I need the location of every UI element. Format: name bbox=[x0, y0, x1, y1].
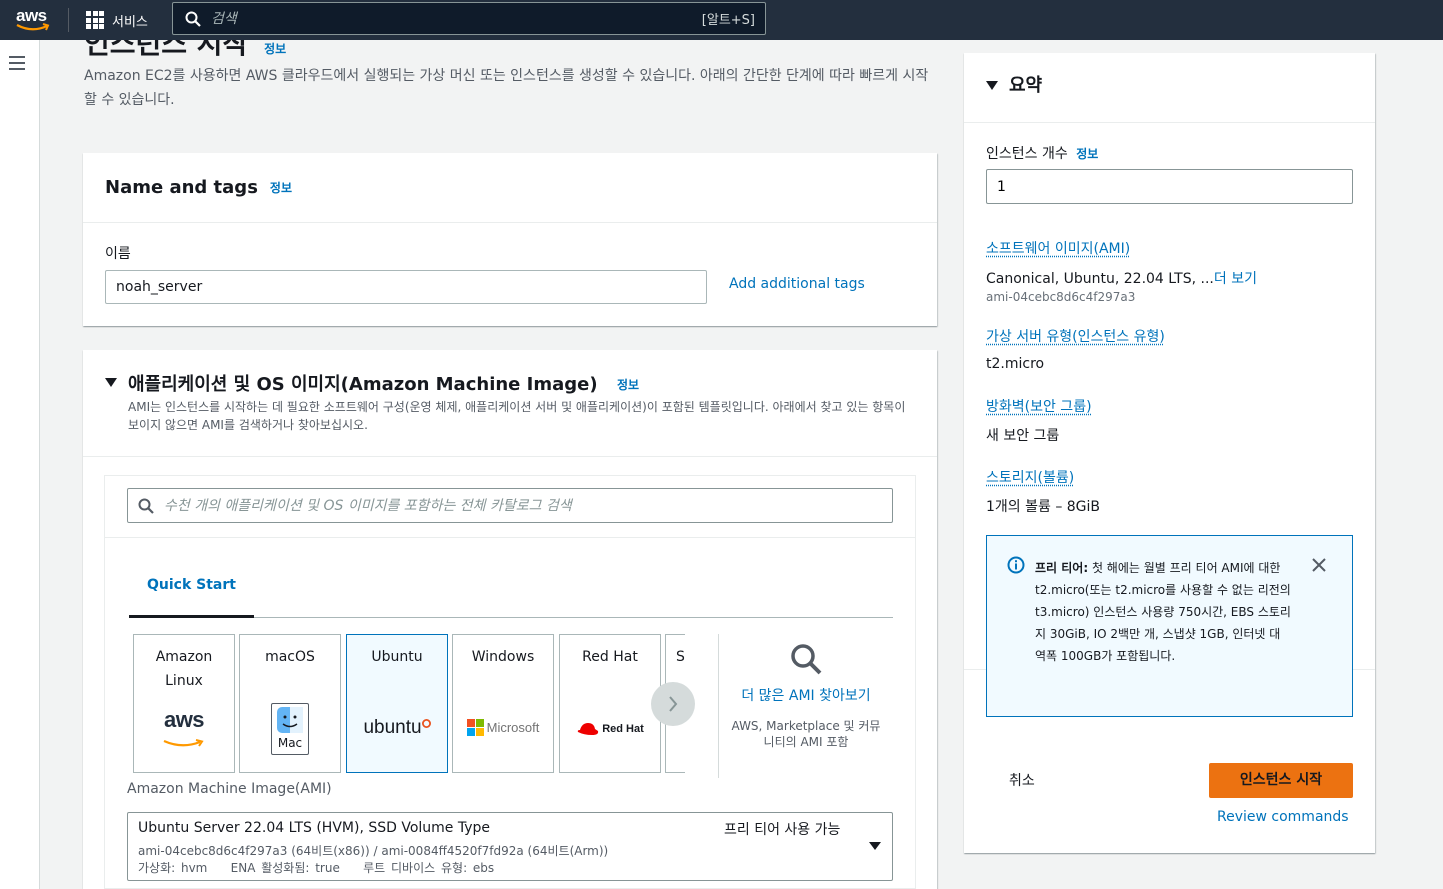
ami-search-box[interactable] bbox=[127, 488, 893, 523]
storage-value: 1개의 볼륨 – 8GiB bbox=[986, 499, 1101, 515]
ami-title: 애플리케이션 및 OS 이미지(Amazon Machine Image) bbox=[128, 374, 598, 395]
ami-description: AMI는 인스턴스를 시작하는 데 필요한 소프트웨어 구성(운영 체제, 애플… bbox=[128, 400, 906, 432]
firewall-value: 새 보안 그룹 bbox=[986, 428, 1060, 444]
add-additional-tags-link[interactable]: Add additional tags bbox=[729, 276, 865, 292]
instance-count-label: 인스턴스 개수 정보 bbox=[986, 146, 1099, 162]
review-commands-link[interactable]: Review commands bbox=[1217, 809, 1349, 825]
os-tile-label: macOS bbox=[265, 649, 315, 665]
name-and-tags-info-link[interactable]: 정보 bbox=[270, 179, 292, 196]
instance-type-link[interactable]: 가상 서버 유형(인스턴스 유형) bbox=[986, 326, 1165, 346]
os-tile-windows[interactable]: Windows Microsoft bbox=[452, 634, 554, 773]
info-circle-icon bbox=[1007, 556, 1025, 574]
page-intro-text: Amazon EC2를 사용하면 AWS 클라우드에서 실행되는 가상 머신 또… bbox=[84, 68, 929, 108]
os-tile-label: Red Hat bbox=[582, 649, 638, 665]
see-more-link[interactable]: 더 보기 bbox=[1214, 271, 1257, 287]
search-icon bbox=[185, 11, 201, 27]
os-tile-label: S bbox=[676, 649, 685, 665]
ami-search-input[interactable] bbox=[164, 497, 892, 514]
os-tile-amazon-linux[interactable]: Amazon Linux aws bbox=[133, 634, 235, 773]
search-icon bbox=[791, 644, 822, 675]
ami-select-dropdown[interactable]: Ubuntu Server 22.04 LTS (HVM), SSD Volum… bbox=[127, 812, 893, 881]
storage-link[interactable]: 스토리지(볼륨) bbox=[986, 467, 1074, 487]
search-icon bbox=[138, 498, 154, 514]
firewall-link[interactable]: 방화벽(보안 그룹) bbox=[986, 396, 1092, 416]
ami-search-section bbox=[105, 476, 915, 538]
aws-logo[interactable]: aws bbox=[14, 4, 54, 34]
services-menu-button[interactable]: 서비스 bbox=[86, 8, 148, 32]
ubuntu-logo-icon: ubuntu bbox=[347, 717, 447, 739]
name-field-label: 이름 bbox=[105, 246, 131, 262]
global-search-input[interactable] bbox=[211, 10, 702, 27]
selected-ami-details: 가상화: hvm ENA 활성화됨: true 루트 디바이스 유형: ebs bbox=[138, 861, 495, 875]
free-tier-alert-text: 프리 티어: 첫 해에는 월별 프리 티어 AMI에 대한 t2.micro(또… bbox=[1035, 561, 1291, 663]
launch-instance-button[interactable]: 인스턴스 시작 bbox=[1209, 763, 1353, 798]
ami-tabs: Quick Start bbox=[129, 576, 893, 618]
os-tile-label: Amazon Linux bbox=[155, 649, 213, 689]
software-image-link[interactable]: 소프트웨어 이미지(AMI) bbox=[986, 238, 1130, 258]
name-and-tags-title: Name and tags bbox=[105, 177, 258, 198]
instance-count-info-link[interactable]: 정보 bbox=[1076, 147, 1098, 161]
close-icon[interactable] bbox=[1312, 558, 1326, 572]
free-tier-alert: 프리 티어: 첫 해에는 월별 프리 티어 AMI에 대한 t2.micro(또… bbox=[986, 535, 1353, 717]
microsoft-logo-icon: Microsoft bbox=[453, 719, 553, 736]
software-image-id: ami-04cebc8d6c4f297a3 bbox=[986, 290, 1136, 304]
ami-selector-container: Quick Start Amazon Linux aws macOS Mac U… bbox=[104, 475, 916, 889]
mac-finder-icon: Mac bbox=[240, 703, 340, 755]
grid-icon bbox=[86, 11, 104, 29]
os-tile-macos[interactable]: macOS Mac bbox=[239, 634, 341, 773]
free-tier-badge: 프리 티어 사용 가능 bbox=[724, 822, 841, 838]
instance-count-input[interactable] bbox=[986, 169, 1353, 204]
name-input[interactable] bbox=[105, 270, 707, 304]
cancel-button[interactable]: 취소 bbox=[1009, 770, 1035, 790]
browse-more-amis-link[interactable]: 더 많은 AMI 찾아보기 bbox=[731, 684, 881, 708]
caret-down-icon bbox=[869, 842, 881, 850]
software-image-value: Canonical, Ubuntu, 22.04 LTS, ...더 보기 bbox=[986, 271, 1257, 287]
tab-quick-start[interactable]: Quick Start bbox=[129, 576, 254, 618]
nav-divider bbox=[68, 8, 69, 32]
os-tile-red-hat[interactable]: Red Hat Red Hat bbox=[559, 634, 661, 773]
page-title-info-link[interactable]: 정보 bbox=[264, 42, 286, 56]
global-search-box[interactable]: [알트+S] bbox=[172, 2, 766, 35]
selected-ami-ids: ami-04cebc8d6c4f297a3 (64비트(x86)) / ami-… bbox=[138, 844, 609, 858]
left-side-rail bbox=[0, 40, 40, 889]
hamburger-menu-icon[interactable] bbox=[9, 56, 25, 70]
instance-type-value: t2.micro bbox=[986, 356, 1045, 372]
summary-body: 인스턴스 개수 정보 소프트웨어 이미지(AMI) Canonical, Ubu… bbox=[964, 53, 1375, 717]
browse-more-amis[interactable]: 더 많은 AMI 찾아보기 AWS, Marketplace 및 커뮤니티의 A… bbox=[731, 634, 881, 750]
search-shortcut-hint: [알트+S] bbox=[701, 13, 755, 28]
summary-panel: 요약 인스턴스 개수 정보 소프트웨어 이미지(AMI) Canonical, … bbox=[964, 53, 1375, 853]
tiles-divider bbox=[718, 634, 719, 778]
selected-ami-name: Ubuntu Server 22.04 LTS (HVM), SSD Volum… bbox=[138, 820, 491, 836]
ami-panel: 애플리케이션 및 OS 이미지(Amazon Machine Image) 정보… bbox=[83, 350, 937, 889]
aws-logo-icon: aws bbox=[134, 707, 234, 752]
services-label: 서비스 bbox=[112, 14, 148, 30]
name-and-tags-panel: Name and tags 정보 이름 Add additional tags bbox=[83, 153, 937, 326]
chevron-right-icon bbox=[669, 696, 678, 712]
collapse-caret-icon[interactable] bbox=[105, 378, 117, 388]
os-tile-label: Ubuntu bbox=[371, 649, 423, 665]
name-and-tags-header: Name and tags 정보 bbox=[83, 153, 937, 223]
ami-info-link[interactable]: 정보 bbox=[617, 376, 639, 393]
ami-header[interactable]: 애플리케이션 및 OS 이미지(Amazon Machine Image) 정보… bbox=[83, 350, 937, 457]
redhat-logo-icon: Red Hat bbox=[560, 721, 660, 737]
os-tile-label: Windows bbox=[471, 649, 535, 665]
browse-more-amis-subtext: AWS, Marketplace 및 커뮤니티의 AMI 포함 bbox=[731, 719, 881, 749]
os-tiles-next-button[interactable] bbox=[651, 682, 695, 726]
top-navigation-bar: aws 서비스 [알트+S] bbox=[0, 0, 1443, 40]
os-tile-ubuntu[interactable]: Ubuntu ubuntu bbox=[346, 634, 448, 773]
ami-select-label: Amazon Machine Image(AMI) bbox=[127, 781, 332, 797]
